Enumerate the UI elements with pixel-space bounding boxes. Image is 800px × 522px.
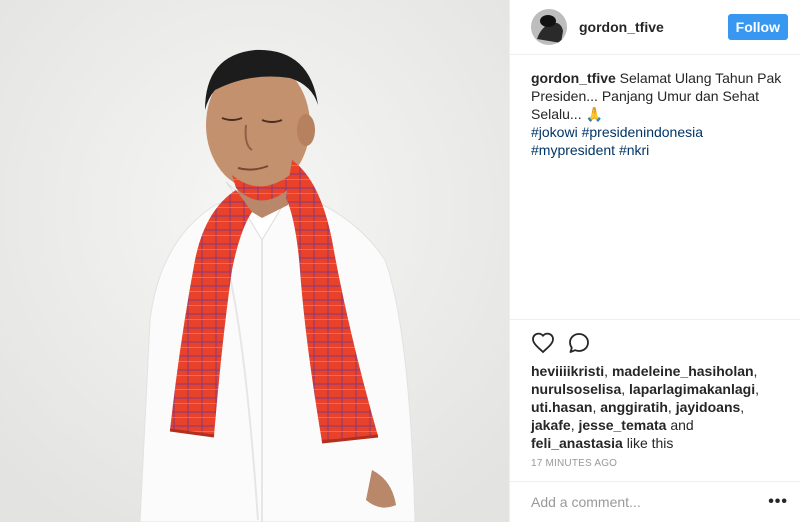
hashtag-list: #jokowi #presidenindonesia #mypresident … <box>531 123 788 159</box>
heart-icon[interactable] <box>531 331 555 355</box>
caption: gordon_tfive Selamat Ulang Tahun Pak Pre… <box>510 55 800 319</box>
portrait-image <box>0 0 509 522</box>
hashtag-link[interactable]: #mypresident <box>531 142 615 158</box>
avatar[interactable] <box>531 9 567 45</box>
hashtag-link[interactable]: #jokowi <box>531 124 578 140</box>
likes-summary: heviiiikristi, madeleine_hasiholan, nuru… <box>531 363 759 451</box>
post-timestamp[interactable]: 17 MINUTES AGO <box>531 458 788 469</box>
header-username[interactable]: gordon_tfive <box>579 19 728 35</box>
liker-link[interactable]: feli_anastasia <box>531 435 623 451</box>
follow-button[interactable]: Follow <box>727 14 788 40</box>
liker-link[interactable]: madeleine_hasiholan <box>612 363 754 379</box>
liker-link[interactable]: jakafe <box>531 417 571 433</box>
likes-suffix: like this <box>626 435 674 451</box>
comment-input[interactable] <box>531 494 769 510</box>
comment-icon[interactable] <box>567 331 591 355</box>
likes-and: and <box>670 417 694 433</box>
instagram-post: gordon_tfive Follow gordon_tfive Selamat… <box>0 0 800 522</box>
liker-link[interactable]: laparlagimakanlagi <box>629 381 755 397</box>
liker-link[interactable]: jesse_temata <box>578 417 666 433</box>
liker-link[interactable]: nurulsoselisa <box>531 381 621 397</box>
action-icons <box>531 328 788 358</box>
liker-link[interactable]: uti.hasan <box>531 399 592 415</box>
hashtag-link[interactable]: #presidenindonesia <box>582 124 703 140</box>
post-photo[interactable] <box>0 0 509 522</box>
post-actions: heviiiikristi, madeleine_hasiholan, nuru… <box>510 319 800 469</box>
post-header: gordon_tfive Follow <box>510 0 800 55</box>
liker-link[interactable]: anggiratih <box>600 399 668 415</box>
liker-link[interactable]: heviiiikristi <box>531 363 604 379</box>
comment-bar: ••• <box>510 481 800 522</box>
liker-link[interactable]: jayidoans <box>676 399 741 415</box>
hashtag-link[interactable]: #nkri <box>619 142 649 158</box>
more-options-icon[interactable]: ••• <box>768 494 788 510</box>
avatar-image <box>531 9 567 45</box>
post-sidebar: gordon_tfive Follow gordon_tfive Selamat… <box>509 0 800 522</box>
caption-username[interactable]: gordon_tfive <box>531 70 616 86</box>
